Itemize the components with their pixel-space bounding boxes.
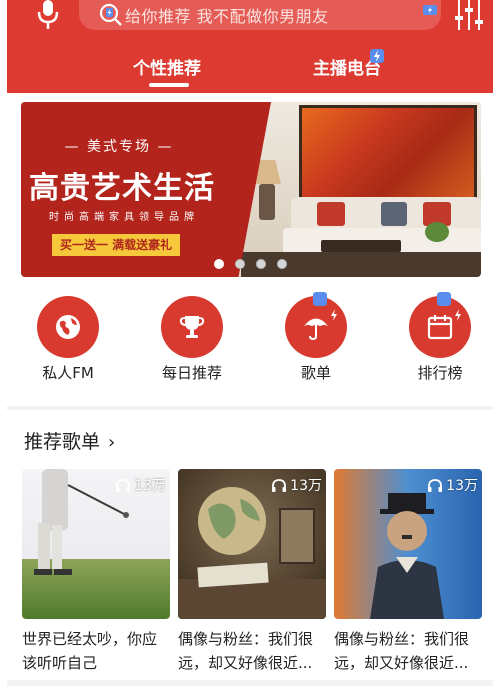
banner-tagline: 时尚高端家具领导品牌	[49, 212, 199, 223]
banner-title: 高贵艺术生活	[29, 171, 215, 206]
quick-link-private-fm[interactable]: 私人FM	[18, 296, 118, 383]
flash-icon	[423, 0, 437, 19]
microphone-icon[interactable]	[33, 0, 63, 32]
tab-personal-recommend[interactable]: 个性推荐	[133, 54, 201, 79]
quick-link-daily-recommend[interactable]: 每日推荐	[142, 296, 242, 383]
equalizer-icon[interactable]	[451, 0, 487, 32]
playlist-card-3[interactable]: 13万 偶像与粉丝：我们很远，却又好像很近...	[334, 469, 482, 675]
play-count: 13万	[271, 475, 322, 495]
banner-promo-label: 买一送一 满载送豪礼	[52, 234, 181, 256]
banner-dot-3[interactable]	[256, 259, 266, 269]
quick-link-label: 私人FM	[42, 364, 94, 382]
playlist-cover-image: 13万	[22, 469, 170, 619]
lightning-badge-icon	[313, 292, 337, 321]
chevron-right-icon: ›	[108, 432, 116, 453]
quick-link-playlist[interactable]: 歌单	[266, 292, 366, 383]
active-tab-indicator	[149, 83, 189, 87]
top-header: 给你推荐 我不配做你男朋友 个性推荐 主播电台	[7, 0, 493, 93]
banner-dot-2[interactable]	[235, 259, 245, 269]
quick-link-charts[interactable]: 排行榜	[390, 292, 490, 383]
lightning-badge-icon	[370, 49, 384, 63]
banner-subtitle: — 美式专场 —	[64, 139, 174, 155]
play-count: 13万	[427, 475, 478, 495]
headphones-icon	[115, 478, 134, 494]
quick-link-label: 歌单	[300, 364, 331, 382]
search-placeholder: 给你推荐 我不配做你男朋友	[125, 7, 329, 26]
section-divider	[7, 406, 493, 410]
playlist-cover-image: 13万	[178, 469, 326, 619]
playlist-title: 偶像与粉丝：我们很远，却又好像很近...	[178, 630, 314, 672]
play-count: 13万	[115, 475, 166, 495]
playlist-cover-image: 13万	[334, 469, 482, 619]
playlist-card-2[interactable]: 13万 偶像与粉丝：我们很远，却又好像很近...	[178, 469, 326, 675]
search-icon	[97, 2, 123, 28]
headphones-icon	[427, 478, 446, 494]
search-bar[interactable]: 给你推荐 我不配做你男朋友	[79, 0, 441, 30]
lightning-badge-icon	[437, 292, 461, 321]
quick-link-label: 每日推荐	[161, 364, 222, 382]
playlist-title: 世界已经太吵，你应该听听自己	[22, 630, 158, 672]
banner-dot-4[interactable]	[277, 259, 287, 269]
playlist-card-1[interactable]: 13万 世界已经太吵，你应该听听自己	[22, 469, 170, 675]
playlist-title: 偶像与粉丝：我们很远，却又好像很近...	[334, 630, 470, 672]
headphones-icon	[271, 478, 290, 494]
recommended-playlists-header[interactable]: 推荐歌单 ›	[24, 427, 115, 454]
quick-link-label: 排行榜	[417, 364, 463, 382]
next-row-strip	[7, 680, 493, 686]
section-title: 推荐歌单	[24, 431, 101, 453]
banner-dot-1[interactable]	[214, 259, 224, 269]
